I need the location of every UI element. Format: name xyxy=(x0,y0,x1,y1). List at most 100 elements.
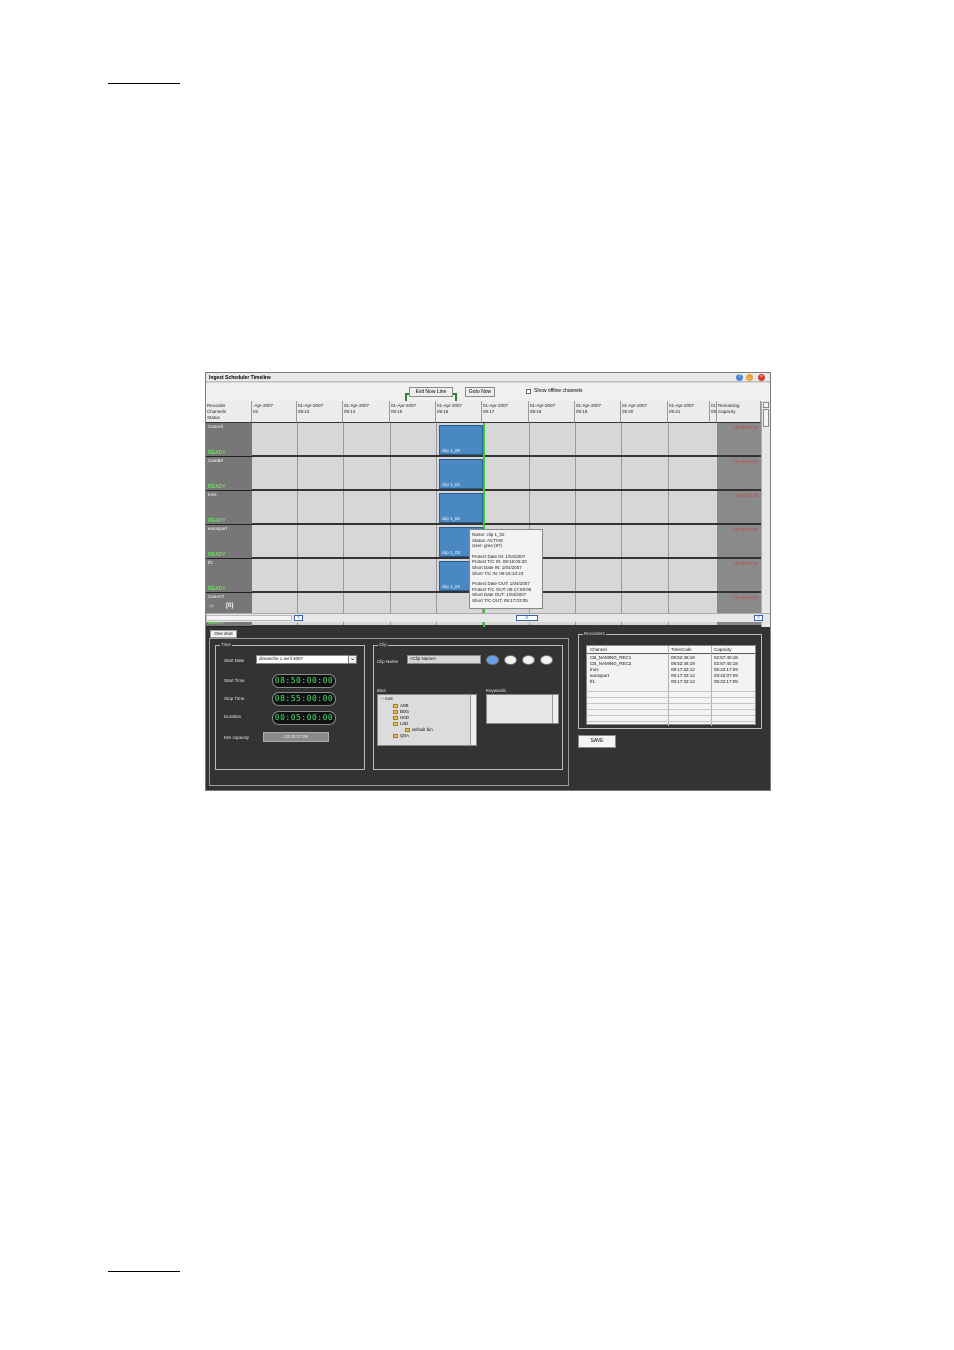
channel-cell[interactable]: trois READY xyxy=(206,491,252,525)
tree-node-root[interactable]: − root xyxy=(381,696,393,701)
exit-now-line-button[interactable]: Exit Now Line xyxy=(409,387,453,397)
scroll-up-icon[interactable] xyxy=(763,402,769,408)
grid-line xyxy=(390,423,391,455)
channel-cell[interactable]: tf1 READY xyxy=(206,559,252,593)
start-time-field[interactable]: 08:50:00:00 xyxy=(272,674,336,688)
clip-block[interactable]: clip 1_02 xyxy=(439,493,483,523)
min-capacity-label: Min capacity xyxy=(224,735,250,740)
tree-node-label: Q0A xyxy=(400,733,410,738)
grid-line xyxy=(621,457,622,489)
save-button[interactable]: SAVE xyxy=(578,735,616,748)
tree-node[interactable]: B0G xyxy=(393,709,409,714)
capacity-cell: 00:00:00:00 xyxy=(717,525,761,559)
clip-group-label: Clip xyxy=(378,642,388,647)
calendar-dropdown-icon[interactable]: ⌄ xyxy=(348,655,357,664)
col-time: 09:21 xyxy=(669,409,681,414)
grid-line xyxy=(436,525,437,557)
keyword-icon[interactable] xyxy=(522,655,535,665)
timeline-col-2: 01-Apr-2007 09:14 xyxy=(343,401,390,423)
grid-line xyxy=(575,457,576,489)
tree-node-selected[interactable]: default bin xyxy=(405,727,433,732)
capacity-value: 00:00:00:00 xyxy=(734,459,758,464)
grid-line xyxy=(297,423,298,455)
column-header: TimeCode xyxy=(671,647,692,652)
channel-cell[interactable]: CamA/I READY xyxy=(206,423,252,457)
new-clip-icon[interactable] xyxy=(486,655,499,665)
scroll-right-icon[interactable]: > xyxy=(754,615,763,621)
row-divider xyxy=(587,703,755,704)
help-icon[interactable]: ? xyxy=(736,374,743,381)
col-time: 09:17 xyxy=(483,409,495,414)
bins-label: Bins xyxy=(377,688,386,693)
tree-node-label: L0D xyxy=(400,721,409,726)
scroll-track-left[interactable] xyxy=(206,615,292,621)
start-date-picker[interactable]: dimanche 1 avril 2007 xyxy=(256,655,350,664)
tree-node[interactable]: H0D xyxy=(393,715,409,720)
tree-scrollbar[interactable] xyxy=(470,695,476,745)
row-counter: [0] xyxy=(226,603,234,609)
grid-line xyxy=(390,491,391,523)
table-row[interactable]: tf1 09:17:33:12 05:22:17:09 xyxy=(587,679,755,685)
title-bar: Ingest Scheduler Timeline ? _ × xyxy=(206,373,770,382)
col-time: 09:13 xyxy=(298,409,310,414)
capacity-value: 00:00:00:00 xyxy=(734,527,758,532)
grid-line xyxy=(343,559,344,591)
timeline-col-3: 01-Apr-2007 09:15 xyxy=(390,401,436,423)
cell-timecode: 09:17:33:12 xyxy=(671,679,695,684)
grid-line xyxy=(575,491,576,523)
minimize-icon[interactable]: _ xyxy=(746,374,753,381)
header-rule xyxy=(108,83,180,84)
duration-field[interactable]: 00:05:00:00 xyxy=(272,711,336,725)
clip-label: clip 1_03 xyxy=(442,550,461,555)
close-icon[interactable]: × xyxy=(758,374,765,381)
scroll-thumb[interactable]: ≡ xyxy=(516,615,538,621)
tree-node[interactable]: A0B xyxy=(393,703,409,708)
show-offline-checkbox[interactable] xyxy=(526,389,531,394)
grid-line xyxy=(343,457,344,489)
timeline-col-1: 01-Apr-2007 09:13 xyxy=(297,401,343,423)
stop-time-field[interactable]: 08:55:00:00 xyxy=(272,692,336,706)
clip-block[interactable]: clip 1_01 xyxy=(439,459,483,489)
row-divider xyxy=(587,709,755,710)
grid-line xyxy=(529,491,530,523)
vertical-scrollbar[interactable] xyxy=(761,401,770,643)
clip-label: clip 1_02 xyxy=(442,516,461,521)
grid-line xyxy=(575,559,576,591)
tree-node[interactable]: Q0A xyxy=(393,733,409,738)
channel-cell[interactable]: eurosport READY xyxy=(206,525,252,559)
grid-line xyxy=(436,559,437,591)
tooltip-line: Protect Date OUT: 1/04/2007 xyxy=(472,581,530,587)
timeline-col-0: -Apr-2007 02 xyxy=(252,401,297,423)
goto-now-button[interactable]: Goto Now xyxy=(465,387,495,397)
row-divider xyxy=(587,721,755,722)
clip-block[interactable]: clip 1_00 xyxy=(439,425,483,455)
grid-line xyxy=(668,525,669,557)
clip-name-input[interactable]: <Clip Name> xyxy=(407,655,481,664)
tab-one-shot[interactable]: One shot xyxy=(210,630,237,638)
capacity-value: 00:00:00:00 xyxy=(734,493,758,498)
header-line: Capacity xyxy=(718,409,736,414)
clip-name-label: Clip Name xyxy=(377,659,399,664)
col-time: 09 xyxy=(711,409,717,414)
keywords-box[interactable] xyxy=(486,694,559,724)
grid-line xyxy=(297,491,298,523)
scroll-left-icon[interactable]: < xyxy=(294,615,303,621)
scroll-thumb[interactable] xyxy=(763,409,769,427)
col-time: 09:19 xyxy=(576,409,588,414)
link-icon: ∞ xyxy=(209,603,214,610)
user-icon[interactable] xyxy=(504,655,517,665)
settings-icon[interactable] xyxy=(540,655,553,665)
clip-label: clip 1_04 xyxy=(442,584,461,589)
tree-node[interactable]: L0D xyxy=(393,721,408,726)
channel-cell[interactable]: CamB/I READY xyxy=(206,457,252,491)
timeline-col-8: 01-Apr-2007 09:20 xyxy=(621,401,668,423)
grid-line xyxy=(529,423,530,455)
horizontal-scrollbar[interactable]: < ≡ > xyxy=(206,613,770,622)
row-divider xyxy=(587,691,755,692)
duration-label: Duration xyxy=(224,714,242,719)
bins-tree[interactable]: − root A0B B0G H0D L0D default bin Q0A xyxy=(377,694,477,746)
window-title: Ingest Scheduler Timeline xyxy=(209,375,271,381)
keywords-scrollbar[interactable] xyxy=(552,695,558,723)
grid-line xyxy=(621,423,622,455)
folder-icon xyxy=(393,715,398,720)
